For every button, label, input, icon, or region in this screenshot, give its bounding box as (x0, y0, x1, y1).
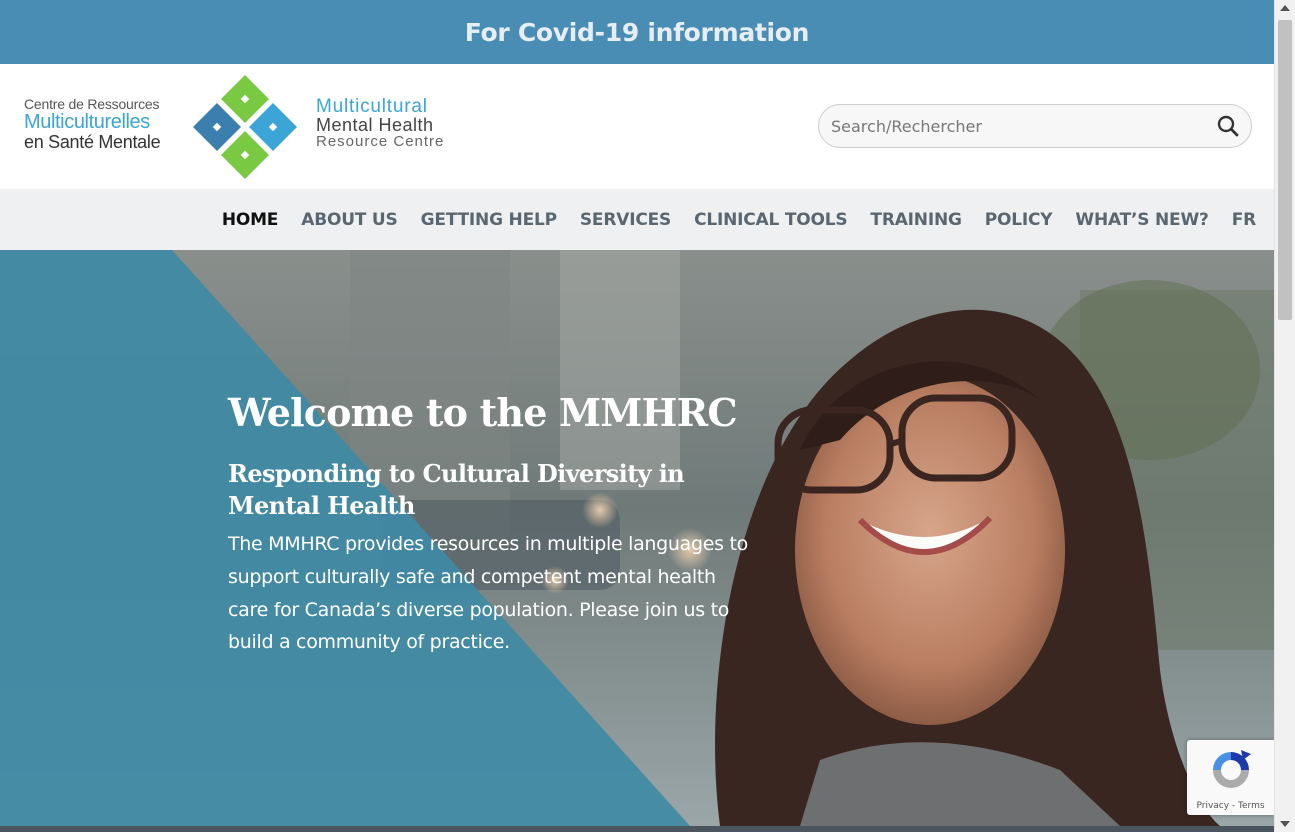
logo-en-line3: Resource Centre (316, 133, 445, 150)
nav-item-getting-help[interactable]: GETTING HELP (421, 210, 558, 230)
main-nav: HOME ABOUT US GETTING HELP SERVICES CLIN… (0, 189, 1274, 250)
hero-content: Welcome to the MMHRC Responding to Cultu… (228, 390, 748, 659)
nav-list: HOME ABOUT US GETTING HELP SERVICES CLIN… (199, 189, 1256, 250)
search-input[interactable] (831, 105, 1201, 147)
nav-item-policy[interactable]: POLICY (985, 210, 1053, 230)
scroll-up-arrow-icon[interactable] (1280, 5, 1290, 11)
logo-en-line2: Mental Health (316, 115, 434, 135)
site-header: Centre de Ressources Multiculturelles en… (0, 64, 1274, 189)
recaptcha-links[interactable]: Privacy - Terms (1187, 801, 1274, 811)
recaptcha-icon (1213, 750, 1251, 788)
nav-item-clinical-tools[interactable]: CLINICAL TOOLS (694, 210, 848, 230)
covid-banner-text[interactable]: For Covid-19 information (465, 18, 810, 47)
hero-title: Welcome to the MMHRC (228, 390, 738, 435)
logo-fr-line3: en Santé Mentale (24, 131, 161, 152)
nav-item-whats-new[interactable]: WHAT’S NEW? (1075, 210, 1208, 230)
hero-subtitle: Responding to Cultural Diversity in Ment… (228, 458, 685, 520)
search-box (818, 104, 1252, 148)
logo-fr-line2: Multiculturelles (24, 110, 150, 133)
nav-item-home[interactable]: HOME (222, 210, 279, 230)
recaptcha-badge[interactable]: Privacy - Terms (1187, 740, 1274, 815)
nav-item-training[interactable]: TRAINING (870, 210, 962, 230)
scroll-down-arrow-icon[interactable] (1280, 821, 1290, 827)
hero-description: The MMHRC provides resources in multiple… (228, 533, 748, 654)
nav-item-services[interactable]: SERVICES (580, 210, 671, 230)
logo-english-text[interactable]: Multicultural Mental Health Resource Cen… (316, 97, 444, 149)
section-divider (0, 826, 1274, 832)
scrollbar-thumb[interactable] (1278, 20, 1292, 320)
search-icon[interactable] (1217, 115, 1239, 137)
page: For Covid-19 information Centre de Resso… (0, 0, 1274, 832)
hero-banner: Welcome to the MMHRC Responding to Cultu… (0, 250, 1274, 826)
logo-en-line1: Multicultural (316, 96, 428, 117)
logo-french-text[interactable]: Centre de Ressources Multiculturelles en… (24, 96, 161, 152)
nav-item-language-fr[interactable]: FR (1232, 210, 1257, 230)
logo-diamond-icon[interactable] (192, 74, 298, 180)
vertical-scrollbar[interactable] (1274, 0, 1295, 832)
logo-fr-line1: Centre de Ressources (24, 96, 160, 112)
nav-item-about-us[interactable]: ABOUT US (301, 210, 398, 230)
covid-banner[interactable]: For Covid-19 information (0, 0, 1274, 64)
